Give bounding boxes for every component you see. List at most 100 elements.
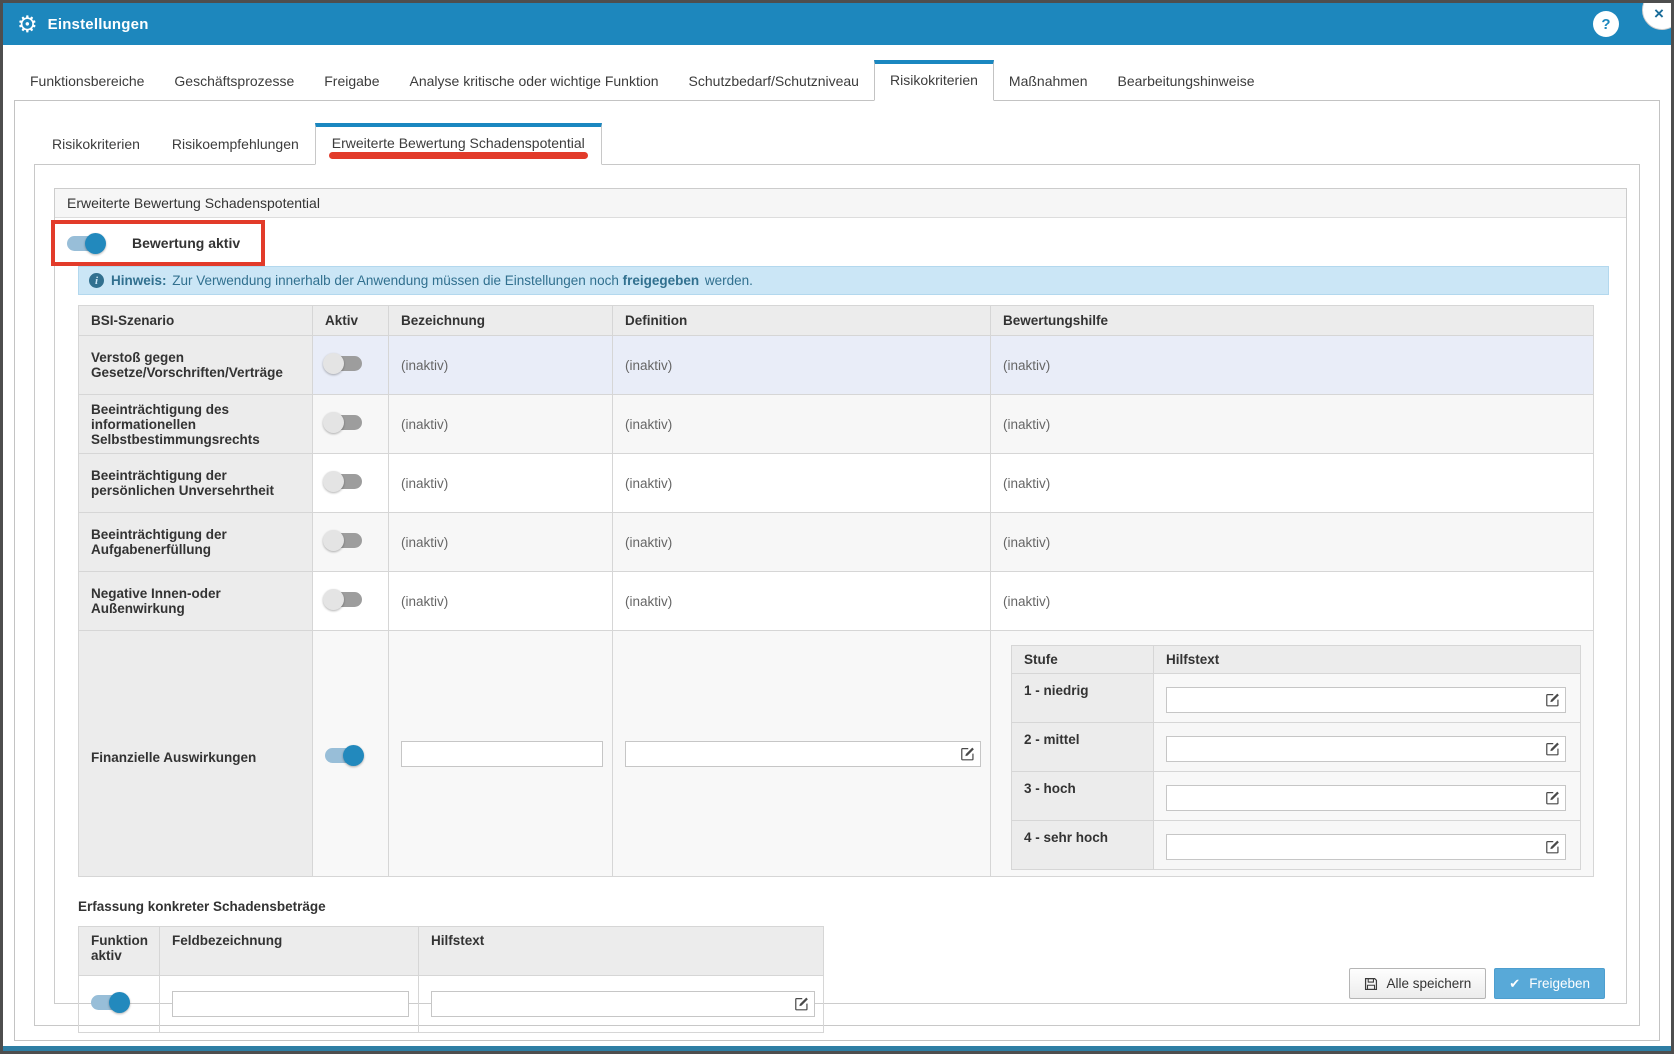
bezeichnung-value: (inaktiv) (401, 476, 448, 491)
tab-massnahmen[interactable]: Maßnahmen (994, 58, 1103, 101)
definition-value: (inaktiv) (625, 594, 672, 609)
window-bottom-strip (3, 1046, 1671, 1051)
feldbezeichnung-input[interactable] (172, 991, 409, 1017)
check-icon: ✔ (1509, 977, 1520, 990)
bewertung-aktiv-toggle[interactable] (67, 236, 104, 251)
release-label: Freigeben (1529, 976, 1590, 991)
scenario-row: Beeinträchtigung der persönlichen Unvers… (79, 454, 1594, 513)
titlebar: ⚙ Einstellungen ? (3, 3, 1671, 45)
scenario-label: Negative Innen-oder Außenwirkung (79, 572, 313, 631)
scenario-active-toggle[interactable] (325, 474, 362, 489)
tab-bearbeitungshinweise[interactable]: Bearbeitungshinweise (1103, 58, 1270, 101)
stufe-1-hilfstext-input[interactable] (1166, 687, 1566, 713)
tab-risikokriterien[interactable]: Risikokriterien (874, 60, 994, 101)
stufe-4-hilfstext-input[interactable] (1166, 834, 1566, 860)
bezeichnung-value: (inaktiv) (401, 594, 448, 609)
bewertungshilfe-value: (inaktiv) (1003, 417, 1050, 432)
bezeichnung-value: (inaktiv) (401, 535, 448, 550)
settings-window: ⚙ Einstellungen ? × Funktionsbereiche Ge… (0, 0, 1674, 1054)
tab-freigabe[interactable]: Freigabe (309, 58, 394, 101)
definition-value: (inaktiv) (625, 358, 672, 373)
col-header-bezeichnung: Bezeichnung (389, 306, 613, 336)
bewertung-aktiv-label: Bewertung aktiv (132, 235, 240, 251)
edit-icon[interactable] (1545, 791, 1560, 806)
definition-value: (inaktiv) (625, 535, 672, 550)
scenario-active-toggle[interactable] (325, 748, 362, 763)
scenario-row: Negative Innen-oder Außenwirkung (inakti… (79, 572, 1594, 631)
help-button[interactable]: ? (1593, 11, 1619, 37)
subtab-label: Erweiterte Bewertung Schadenspotential (332, 135, 585, 151)
schadensbetraege-heading: Erfassung konkreter Schadensbeträge (78, 899, 1626, 914)
schadensbetraege-row (79, 976, 824, 1033)
schadensbetraege-header-row: Funktion aktiv Feldbezeichnung Hilfstext (79, 927, 824, 976)
stufen-header-row: Stufe Hilfstext (1012, 646, 1581, 674)
col-header-bewertungshilfe: Bewertungshilfe (991, 306, 1594, 336)
stufe-label: 2 - mittel (1012, 723, 1154, 772)
stufe-row: 4 - sehr hoch (1012, 821, 1581, 870)
definition-value: (inaktiv) (625, 417, 672, 432)
stufen-table: Stufe Hilfstext 1 - niedrig (1011, 645, 1581, 870)
tab-analyse-kritische-funktion[interactable]: Analyse kritische oder wichtige Funktion (395, 58, 674, 101)
subtab-risikoempfehlungen[interactable]: Risikoempfehlungen (156, 121, 315, 165)
scenario-row: Beeinträchtigung der Aufgabenerfüllung (… (79, 513, 1594, 572)
info-icon: i (89, 273, 104, 288)
stufe-row: 1 - niedrig (1012, 674, 1581, 723)
col-header-aktiv: Aktiv (313, 306, 389, 336)
scenario-active-toggle[interactable] (325, 533, 362, 548)
tab-content-area: Risikokriterien Risikoempfehlungen Erwei… (14, 100, 1660, 1041)
col-header-stufe: Stufe (1012, 646, 1154, 674)
hint-bar: i Hinweis: Zur Verwendung innerhalb der … (78, 266, 1609, 295)
stufe-3-hilfstext-input[interactable] (1166, 785, 1566, 811)
bewertungshilfe-value: (inaktiv) (1003, 535, 1050, 550)
col-header-hilfstext: Hilfstext (419, 927, 824, 976)
col-header-definition: Definition (613, 306, 991, 336)
bewertungshilfe-value: (inaktiv) (1003, 358, 1050, 373)
bewertungshilfe-value: (inaktiv) (1003, 476, 1050, 491)
scenario-active-toggle[interactable] (325, 592, 362, 607)
edit-icon[interactable] (1545, 840, 1560, 855)
scenario-active-toggle[interactable] (325, 415, 362, 430)
action-bar: Alle speichern ✔ Freigeben (1349, 968, 1606, 999)
edit-icon[interactable] (794, 997, 809, 1012)
hilfstext-input[interactable] (431, 991, 815, 1017)
col-header-bsi-szenario: BSI-Szenario (79, 306, 313, 336)
edit-icon[interactable] (1545, 742, 1560, 757)
tab-schutzbedarf-schutzniveau[interactable]: Schutzbedarf/Schutzniveau (674, 58, 874, 101)
erweiterte-bewertung-panel: Erweiterte Bewertung Schadenspotential B… (54, 188, 1627, 1004)
stufe-label: 4 - sehr hoch (1012, 821, 1154, 870)
stufe-label: 3 - hoch (1012, 772, 1154, 821)
stufe-row: 3 - hoch (1012, 772, 1581, 821)
col-header-funktion-aktiv: Funktion aktiv (79, 927, 160, 976)
subtab-erweiterte-bewertung[interactable]: Erweiterte Bewertung Schadenspotential (315, 123, 602, 165)
tab-geschaeftsprozesse[interactable]: Geschäftsprozesse (159, 58, 309, 101)
edit-icon[interactable] (1545, 693, 1560, 708)
sub-tab-bar: Risikokriterien Risikoempfehlungen Erwei… (15, 101, 1659, 165)
hint-text: Hinweis: Zur Verwendung innerhalb der An… (111, 273, 753, 288)
bsi-szenario-table: BSI-Szenario Aktiv Bezeichnung Definitio… (78, 305, 1594, 877)
bezeichnung-input[interactable] (401, 741, 603, 767)
stufe-2-hilfstext-input[interactable] (1166, 736, 1566, 762)
scenario-label: Finanzielle Auswirkungen (79, 631, 313, 877)
scenario-row-finanzielle: Finanzielle Auswirkungen (79, 631, 1594, 877)
definition-input[interactable] (625, 741, 981, 767)
scenario-label: Verstoß gegen Gesetze/Vorschriften/Vertr… (79, 336, 313, 395)
table-header-row: BSI-Szenario Aktiv Bezeichnung Definitio… (79, 306, 1594, 336)
schadensbetraege-table: Funktion aktiv Feldbezeichnung Hilfstext (78, 926, 824, 1033)
bewertungshilfe-value: (inaktiv) (1003, 594, 1050, 609)
main-tab-bar: Funktionsbereiche Geschäftsprozesse Frei… (3, 45, 1671, 101)
col-header-feldbezeichnung: Feldbezeichnung (160, 927, 419, 976)
bezeichnung-value: (inaktiv) (401, 358, 448, 373)
scenario-active-toggle[interactable] (325, 356, 362, 371)
save-all-button[interactable]: Alle speichern (1349, 968, 1487, 999)
tab-funktionsbereiche[interactable]: Funktionsbereiche (15, 58, 159, 101)
funktion-aktiv-toggle[interactable] (91, 995, 128, 1010)
edit-icon[interactable] (960, 746, 975, 761)
subtab-risikokriterien[interactable]: Risikokriterien (36, 121, 156, 165)
save-all-label: Alle speichern (1387, 976, 1472, 991)
release-button[interactable]: ✔ Freigeben (1494, 968, 1605, 999)
panel-header: Erweiterte Bewertung Schadenspotential (55, 189, 1626, 218)
scenario-row: Verstoß gegen Gesetze/Vorschriften/Vertr… (79, 336, 1594, 395)
scenario-row: Beeinträchtigung des informationellen Se… (79, 395, 1594, 454)
save-icon (1364, 977, 1378, 991)
scenario-label: Beeinträchtigung der persönlichen Unvers… (79, 454, 313, 513)
